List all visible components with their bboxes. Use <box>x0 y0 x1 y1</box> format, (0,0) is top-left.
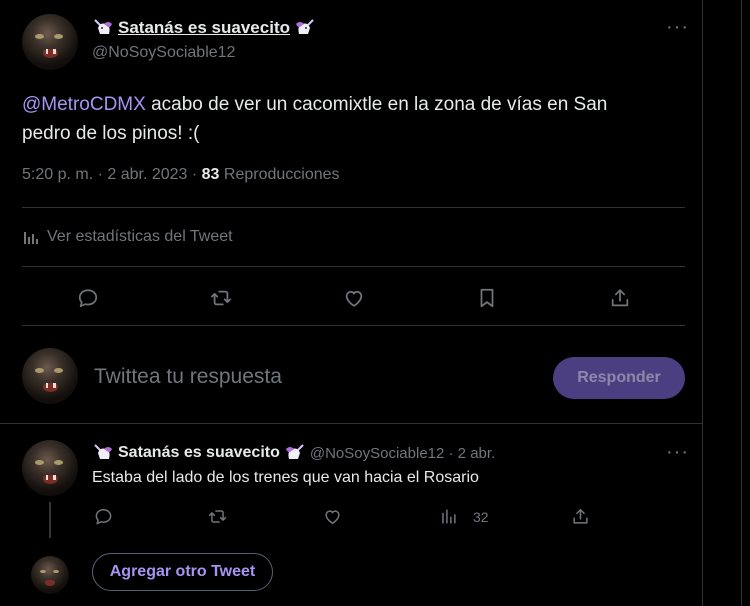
add-another-tweet-button[interactable]: Agregar otro Tweet <box>92 553 273 591</box>
like-icon <box>345 290 363 307</box>
like-button[interactable] <box>318 502 346 530</box>
tweet-text-line1: acabo de ver un cacomixtle en la zona de… <box>145 94 608 115</box>
stats-icon <box>24 232 38 244</box>
views-label: Reproducciones <box>219 166 340 183</box>
reply-icon <box>78 289 98 308</box>
like-button[interactable] <box>340 284 368 312</box>
share-icon <box>611 289 629 307</box>
retweet-button[interactable] <box>203 502 231 530</box>
thread-line <box>49 502 51 538</box>
reply-display-name[interactable]: Satanás es suavecito <box>118 444 280 462</box>
author-handle-row: @NoSoySociable12 <box>92 44 235 62</box>
view-stats-link[interactable]: Ver estadísticas del Tweet <box>22 228 233 246</box>
tweet-text: @MetroCDMX acabo de ver un cacomixtle en… <box>22 90 682 148</box>
tweet-meta: 5:20 p. m. · 2 abr. 2023 · 83 Reproducci… <box>22 166 340 184</box>
retweet-button[interactable] <box>207 284 235 312</box>
unicorn-icon <box>94 444 112 459</box>
views-button[interactable] <box>434 502 462 530</box>
more-icon[interactable]: ··· <box>666 16 689 39</box>
more-icon[interactable]: ··· <box>666 441 689 464</box>
reply-view-count: 32 <box>473 509 489 525</box>
reply-name-row[interactable]: Satanás es suavecito @NoSoySociable12 · … <box>92 443 495 463</box>
reply-button[interactable] <box>74 284 102 312</box>
reply-handle-date[interactable]: @NoSoySociable12 · 2 abr. <box>310 445 495 462</box>
my-avatar-small[interactable] <box>31 556 69 594</box>
mention-link[interactable]: @MetroCDMX <box>22 94 146 115</box>
reply-submit-button[interactable]: Responder <box>553 357 685 399</box>
author-avatar[interactable] <box>22 14 78 70</box>
view-count: 83 <box>201 166 220 183</box>
bookmark-icon <box>480 288 494 308</box>
main-column: Satanás es suavecito @NoSoySociable12 ··… <box>0 0 703 606</box>
reply-input[interactable]: Twittea tu respuesta <box>94 365 282 389</box>
tweet-timestamp[interactable]: 5:20 p. m. · 2 abr. 2023 · <box>22 166 202 183</box>
author-display-name[interactable]: Satanás es suavecito <box>118 18 290 38</box>
my-avatar[interactable] <box>22 348 78 404</box>
retweet-icon <box>210 290 232 306</box>
reply-author-avatar[interactable] <box>22 440 78 496</box>
tweet-text-line2: pedro de los pinos! :( <box>22 123 200 144</box>
share-button[interactable] <box>606 284 634 312</box>
reply-icon <box>95 508 111 524</box>
unicorn-icon <box>94 19 112 34</box>
share-button[interactable] <box>566 502 594 530</box>
reply-button[interactable] <box>89 502 117 530</box>
divider <box>0 423 703 424</box>
like-icon <box>324 509 340 524</box>
bookmark-button[interactable] <box>473 284 501 312</box>
author-handle[interactable]: @NoSoySociable12 <box>92 44 235 62</box>
views-icon <box>441 508 456 524</box>
divider <box>22 325 685 326</box>
unicorn-icon <box>295 19 314 34</box>
tweet-detail-page: Satanás es suavecito @NoSoySociable12 ··… <box>0 0 750 606</box>
retweet-icon <box>208 509 226 523</box>
author-name-row[interactable]: Satanás es suavecito <box>92 18 316 38</box>
unicorn-icon <box>285 444 304 459</box>
divider <box>22 207 685 208</box>
right-border <box>741 0 750 606</box>
reply-text: Estaba del lado de los trenes que van ha… <box>92 469 479 486</box>
divider <box>22 266 685 267</box>
stats-label: Ver estadísticas del Tweet <box>47 228 233 245</box>
share-icon <box>572 508 588 524</box>
